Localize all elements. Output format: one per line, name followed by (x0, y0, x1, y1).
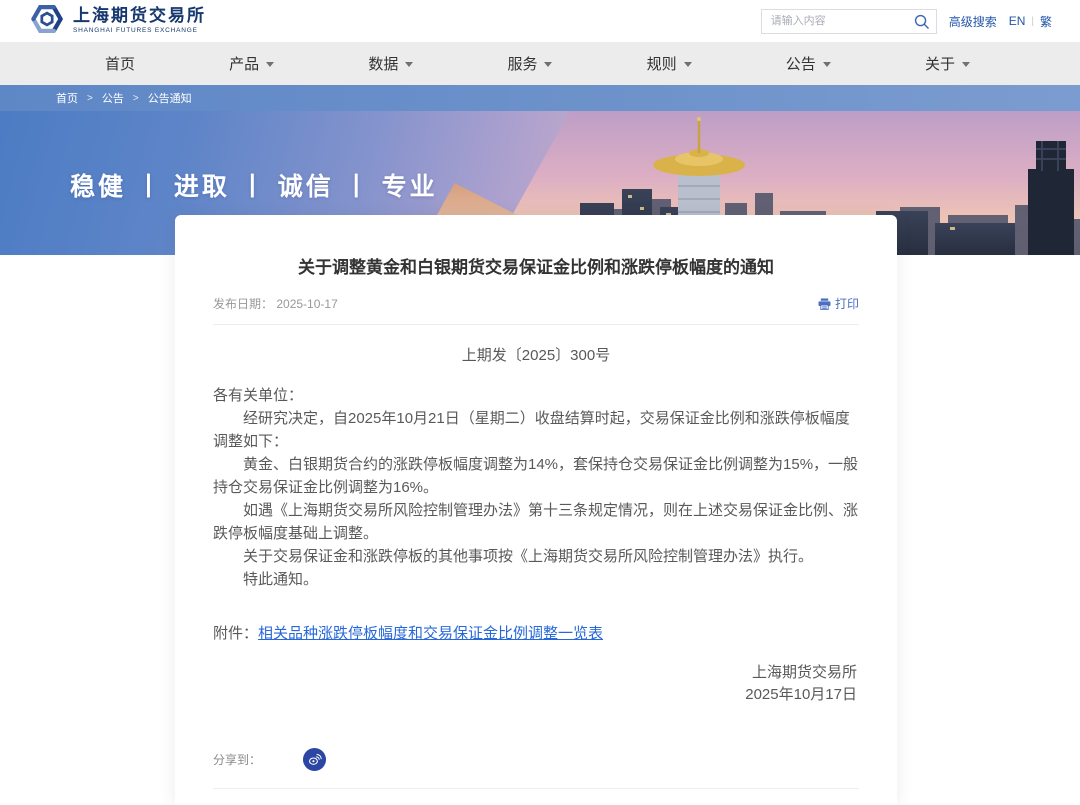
chevron-down-icon (405, 62, 413, 67)
nav-item-data[interactable]: 数据 (368, 53, 413, 74)
article-meta: 发布日期： 2025-10-17 打印 (213, 295, 859, 312)
breadcrumb: 首页 > 公告 > 公告通知 (0, 85, 1080, 111)
nav-item-home[interactable]: 首页 (105, 53, 135, 74)
chevron-down-icon (266, 62, 274, 67)
printer-icon (818, 298, 831, 310)
lang-en-link[interactable]: EN (1009, 14, 1026, 28)
print-label: 打印 (835, 295, 859, 312)
top-header: 上海期货交易所 SHANGHAI FUTURES EXCHANGE 高级搜索 E… (0, 0, 1080, 42)
lang-traditional-link[interactable]: 繁 (1040, 13, 1052, 30)
search-icon[interactable] (913, 13, 930, 30)
nav-item-about[interactable]: 关于 (925, 53, 970, 74)
publish-date-value: 2025-10-17 (276, 297, 337, 311)
article-body: 各有关单位： 经研究决定，自2025年10月21日（星期二）收盘结算时起，交易保… (213, 384, 859, 591)
nav-item-products[interactable]: 产品 (229, 53, 274, 74)
lang-separator: | (1031, 16, 1034, 27)
weibo-icon (307, 752, 322, 767)
breadcrumb-notice-list[interactable]: 公告通知 (148, 90, 192, 106)
breadcrumb-announcements[interactable]: 公告 (102, 90, 124, 106)
attachment-row: 附件：相关品种涨跌停板幅度和交易保证金比例调整一览表 (213, 622, 859, 643)
publish-date-label: 发布日期： (213, 297, 273, 311)
article-title: 关于调整黄金和白银期货交易保证金比例和涨跌停板幅度的通知 (213, 215, 859, 278)
paragraph: 关于交易保证金和涨跌停板的其他事项按《上海期货交易所风险控制管理办法》执行。 (213, 545, 859, 568)
attachment-link[interactable]: 相关品种涨跌停板幅度和交易保证金比例调整一览表 (258, 625, 603, 642)
nav-item-announcements[interactable]: 公告 (786, 53, 831, 74)
search-input[interactable] (771, 15, 913, 27)
chevron-down-icon (962, 62, 970, 67)
chevron-down-icon (544, 62, 552, 67)
nav-item-services[interactable]: 服务 (507, 53, 552, 74)
header-search-box[interactable] (761, 9, 937, 34)
document-number: 上期发〔2025〕300号 (213, 344, 859, 365)
attachment-label: 附件： (213, 625, 258, 642)
breadcrumb-separator: > (87, 93, 93, 104)
main-nav: 首页 产品 数据 服务 规则 公告 关于 (0, 42, 1080, 85)
paragraph: 如遇《上海期货交易所风险控制管理办法》第十三条规定情况，则在上述交易保证金比例、… (213, 499, 859, 545)
article-card: 关于调整黄金和白银期货交易保证金比例和涨跌停板幅度的通知 发布日期： 2025-… (175, 215, 897, 805)
share-label: 分享到： (213, 751, 261, 768)
paragraph: 黄金、白银期货合约的涨跌停板幅度调整为14%，套保持仓交易保证金比例调整为15%… (213, 453, 859, 499)
advanced-search-link[interactable]: 高级搜索 (949, 13, 997, 30)
nav-item-rules[interactable]: 规则 (647, 53, 692, 74)
site-logo[interactable]: 上海期货交易所 SHANGHAI FUTURES EXCHANGE (30, 2, 206, 41)
chevron-down-icon (684, 62, 692, 67)
print-button[interactable]: 打印 (818, 295, 859, 312)
share-row: 分享到： (213, 748, 859, 771)
chevron-down-icon (823, 62, 831, 67)
header-divider (213, 324, 859, 325)
weibo-share-button[interactable] (303, 748, 326, 771)
paragraph: 特此通知。 (213, 568, 859, 591)
breadcrumb-home[interactable]: 首页 (56, 90, 78, 106)
signature-date: 2025年10月17日 (213, 684, 857, 706)
signature-org: 上海期货交易所 (213, 662, 857, 684)
site-title: 上海期货交易所 (73, 8, 206, 26)
shfe-hexagon-logo-icon (30, 2, 64, 41)
signature-block: 上海期货交易所 2025年10月17日 (213, 662, 859, 706)
site-subtitle: SHANGHAI FUTURES EXCHANGE (73, 27, 206, 34)
paragraph: 经研究决定，自2025年10月21日（星期二）收盘结算时起，交易保证金比例和涨跌… (213, 407, 859, 453)
bottom-divider (213, 788, 859, 789)
banner-slogan: 稳健 丨 进取 丨 诚信 丨 专业 (70, 167, 438, 203)
paragraph: 各有关单位： (213, 384, 859, 407)
breadcrumb-separator: > (133, 93, 139, 104)
